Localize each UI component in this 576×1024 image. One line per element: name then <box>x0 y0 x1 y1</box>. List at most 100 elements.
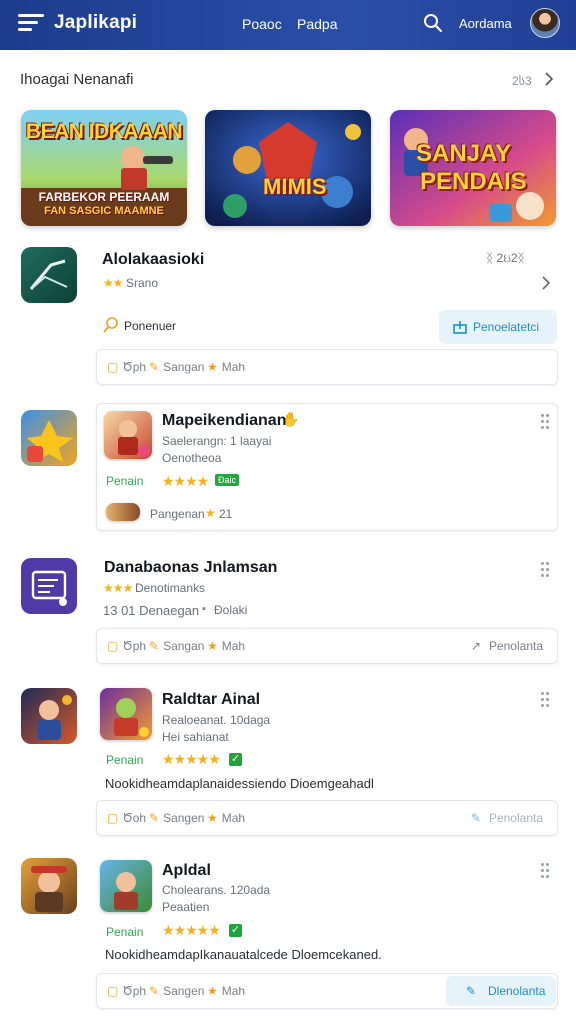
pencil-icon: ✎ <box>149 639 160 653</box>
status-badge: Ɖaic <box>215 474 240 486</box>
status-label: Penain <box>106 753 144 767</box>
status-label: Penain <box>106 925 144 939</box>
character-art <box>31 866 67 912</box>
chevron-right-icon[interactable] <box>543 71 555 87</box>
action-right[interactable]: ↗ Penolanta <box>471 639 543 653</box>
pencil-icon: ✎ <box>149 811 160 825</box>
pencil-icon: ✎ <box>149 360 160 374</box>
app-icon-2[interactable] <box>21 410 77 466</box>
app-name[interactable]: Danabaonas Jnlamsan <box>104 559 277 577</box>
button-label: Dlenolanta <box>488 984 546 998</box>
button-label: Penoelatetci <box>473 320 540 334</box>
banner-subtitle: FARBEKOR PEERAAM <box>38 190 170 204</box>
status-label: Penain <box>106 474 144 488</box>
primary-action-button[interactable]: Penoelatetci <box>439 310 557 344</box>
action-2[interactable]: ✎ Sangan <box>149 639 204 653</box>
action-2[interactable]: ✎ Sangen <box>149 811 204 825</box>
nav-link-1[interactable]: Poaoc <box>242 16 282 32</box>
app-meta-2: Ɖolaki <box>214 603 248 617</box>
star-icon: ★ <box>207 811 218 825</box>
share-icon <box>453 321 467 334</box>
banner-tagline: FAN SASGIC MAAMNE <box>44 205 164 217</box>
pen-icon: ✎ <box>470 811 481 825</box>
more-options-icon[interactable] <box>541 414 549 430</box>
document-logo <box>31 570 67 606</box>
action-bar: ▢ Ծph ✎ Sangan ★ Mah ↗ Penolanta <box>96 628 558 664</box>
action-3[interactable]: ★ Mah <box>207 811 245 825</box>
character-art <box>37 695 72 740</box>
star-icon: ★ <box>205 506 216 520</box>
action-1[interactable]: ▢ Ծph <box>107 360 146 374</box>
check-icon: ✓ <box>229 924 242 937</box>
pen-icon: ✎ <box>466 984 477 998</box>
app-subtitle: Realoeanat. 10daga <box>162 713 271 727</box>
character-art <box>118 420 150 457</box>
nav-link-2[interactable]: Padpa <box>297 16 337 32</box>
app-icon-3[interactable] <box>21 558 77 614</box>
app-description: Nookidheamdaplanaidessiendo Dioemgeahadl <box>105 776 374 791</box>
banner-card-2[interactable]: MIMIS <box>205 110 371 226</box>
app-title[interactable]: Apldal <box>162 862 211 880</box>
document-icon: ▢ <box>107 984 119 998</box>
action-3[interactable]: ★ Mah <box>207 639 245 653</box>
more-options-icon[interactable] <box>541 863 549 879</box>
app-icon-4[interactable] <box>21 688 77 744</box>
star-icon: ★ <box>207 639 218 653</box>
account-link[interactable]: Aordama <box>459 16 512 31</box>
banner-artwork <box>205 110 371 226</box>
action-3[interactable]: ★ Mah <box>207 360 245 374</box>
action-bar: ▢ Ծoh ✎ Sangen ★ Mah ✎ Penolanta <box>96 800 558 836</box>
app-title[interactable]: Raldtar Ainal <box>162 691 260 709</box>
action-3[interactable]: ★ Mah <box>207 984 245 998</box>
action-2[interactable]: ✎ Sangen <box>149 984 204 998</box>
rating-text: Denotimanks <box>135 581 206 595</box>
rating-stars: ★★★★★ <box>162 751 221 767</box>
app-thumbnail <box>100 860 152 912</box>
more-options-icon[interactable] <box>541 692 549 708</box>
primary-action-button[interactable]: ✎ Dlenolanta <box>446 976 556 1006</box>
action-1[interactable]: ▢ Ծoh <box>107 811 146 825</box>
app-thumbnail <box>104 411 152 459</box>
banner-card-1[interactable]: BEAN IDKAAAN FARBEKOR PEERAAM FAN SASGIC… <box>21 110 187 226</box>
rating-stars: ★★ <box>103 276 123 290</box>
banner-title: SANJAY <box>416 140 512 167</box>
menu-icon[interactable] <box>18 14 44 34</box>
action-bar: ▢ Ծph ✎ Sangan ★ Mah <box>96 349 558 385</box>
app-secondary: Peaatien <box>162 900 210 914</box>
rating-stars: ★★★★★ <box>162 922 221 938</box>
action-1[interactable]: ▢ Ծph <box>107 639 146 653</box>
app-icon-1[interactable] <box>21 247 77 303</box>
search-icon[interactable] <box>423 13 443 33</box>
app-subtitle: Cholearans. 120ada <box>162 883 271 897</box>
banner-title: BEAN IDKAAAN <box>25 120 183 143</box>
share-arrow-icon: ↗ <box>470 639 481 653</box>
document-icon: ▢ <box>107 360 119 374</box>
app-secondary: Hei sahianat <box>162 730 229 744</box>
action-1[interactable]: ▢ Ծph <box>107 984 146 998</box>
top-app-bar: Japlikapi Poaoc Padpa Aordama <box>0 0 576 50</box>
app-meta: ᛝ 2ઇ2ᛝ <box>486 251 525 265</box>
chevron-right-icon[interactable] <box>541 276 551 290</box>
banner-card-3[interactable]: SANJAY PENDAIS <box>390 110 556 226</box>
more-options-icon[interactable] <box>541 562 549 578</box>
document-icon: ▪ <box>202 603 206 615</box>
footer-count: 21 <box>219 507 233 521</box>
document-icon: ▢ <box>107 811 119 825</box>
action-right[interactable]: ✎ Penolanta <box>471 811 543 825</box>
character-art <box>114 698 149 737</box>
app-description: NookidheamdapIkanauatalcede Dloemcekaned… <box>105 947 382 962</box>
app-title[interactable]: Mapeikendianan <box>162 412 286 430</box>
app-thumbnail <box>100 688 152 740</box>
star-icon: ★ <box>207 984 218 998</box>
app-note: Ponenuer <box>124 319 177 333</box>
app-name[interactable]: Alolakaasioki <box>102 251 204 269</box>
user-avatar[interactable] <box>530 8 560 38</box>
app-title: Japlikapi <box>54 12 138 33</box>
app-subtitle: Saelerangn: 1 Ɩaayai <box>162 434 272 448</box>
app-icon-5[interactable] <box>21 858 77 914</box>
search-icon <box>103 317 118 333</box>
mini-thumbnail <box>106 503 140 521</box>
app-logo <box>27 420 73 462</box>
action-2[interactable]: ✎ Sangan <box>149 360 204 374</box>
banner-title: MIMIS <box>263 174 327 199</box>
